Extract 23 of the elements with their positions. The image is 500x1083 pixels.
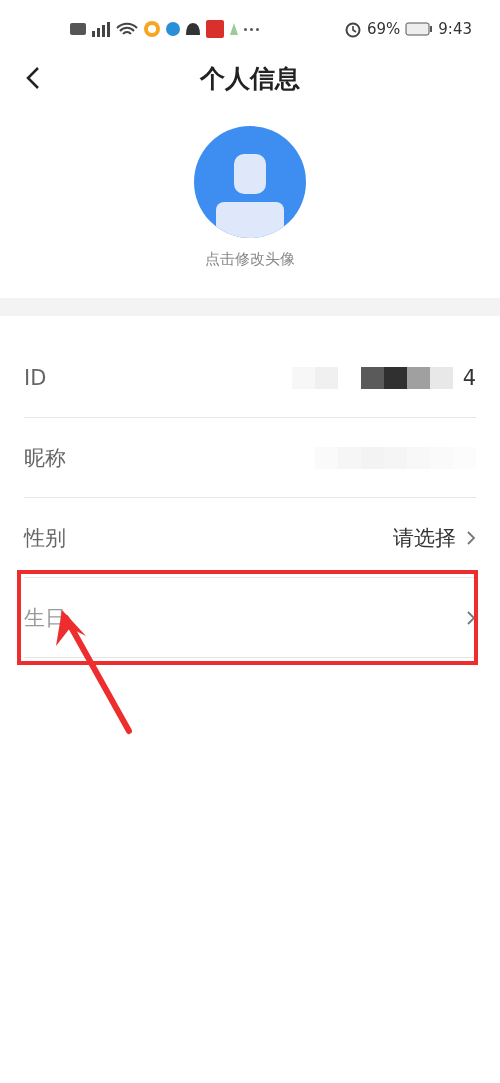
- circle-icon: [166, 22, 180, 36]
- signal-icon: [92, 21, 110, 37]
- hd-icon: [70, 23, 86, 35]
- field-value[interactable]: 4: [462, 365, 476, 390]
- clock-time: 9:43: [438, 20, 472, 38]
- change-avatar-hint[interactable]: 点击修改头像: [205, 250, 295, 269]
- field-label: 性别: [24, 524, 66, 552]
- plant-icon: [230, 23, 238, 35]
- avatar-icon[interactable]: [194, 126, 306, 238]
- chevron-icon[interactable]: [466, 609, 476, 626]
- ring-icon: [144, 21, 160, 37]
- app-icon: [206, 20, 224, 38]
- alarm-icon: [343, 20, 362, 38]
- battery-icon: [405, 22, 434, 36]
- page-title: 个人信息: [200, 62, 300, 95]
- penguin-icon: [186, 23, 200, 35]
- field-label: ID: [24, 365, 47, 390]
- battery-percent: 69%: [366, 20, 401, 38]
- chevron-icon[interactable]: [466, 529, 476, 546]
- more-icon: [244, 27, 259, 31]
- field-value[interactable]: 请选择: [393, 523, 456, 552]
- field-label: 昵称: [24, 444, 66, 472]
- wifi-icon: [116, 22, 138, 36]
